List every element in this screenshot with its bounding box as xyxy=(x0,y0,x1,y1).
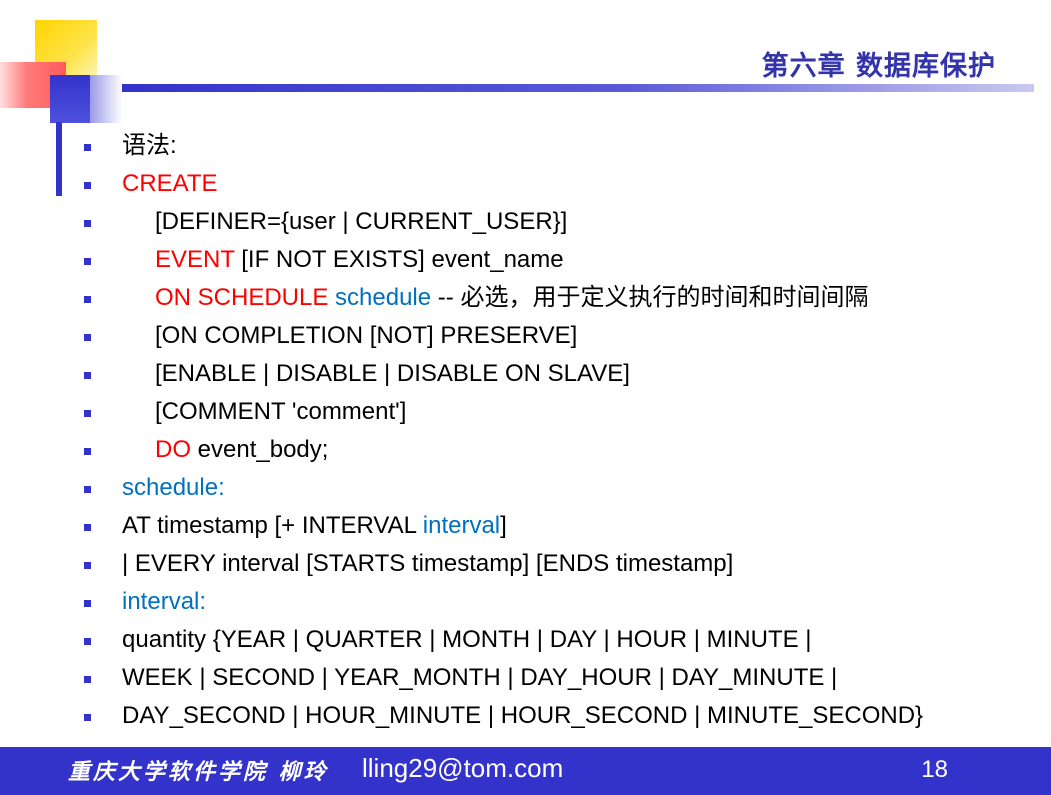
bullet-line: ON SCHEDULE schedule -- 必选，用于定义执行的时间和时间间… xyxy=(80,279,1030,317)
bullet-line: WEEK | SECOND | YEAR_MONTH | DAY_HOUR | … xyxy=(80,659,1030,697)
bullet-line: interval: xyxy=(80,583,1030,621)
bullet-text: [ON COMPLETION [NOT] PRESERVE] xyxy=(155,317,577,355)
bullet-text: schedule: xyxy=(122,469,225,507)
square-bullet-icon xyxy=(84,676,91,683)
square-bullet-icon xyxy=(84,372,91,379)
text-segment: WEEK | SECOND | YEAR_MONTH | DAY_HOUR | … xyxy=(122,664,838,691)
text-segment: ] xyxy=(500,512,507,539)
bullet-line: [ON COMPLETION [NOT] PRESERVE] xyxy=(80,317,1030,355)
decorative-vertical-bar xyxy=(56,122,62,196)
bullet-line: | EVERY interval [STARTS timestamp] [END… xyxy=(80,545,1030,583)
bullet-text: 语法: xyxy=(122,127,177,165)
text-segment: DAY_SECOND | HOUR_MINUTE | HOUR_SECOND |… xyxy=(122,702,924,729)
text-segment: [COMMENT 'comment'] xyxy=(155,398,407,425)
bullet-text: [COMMENT 'comment'] xyxy=(155,393,406,431)
bullet-line: DAY_SECOND | HOUR_MINUTE | HOUR_SECOND |… xyxy=(80,697,1030,735)
keyword-red: EVENT xyxy=(155,246,235,273)
square-bullet-icon xyxy=(84,220,91,227)
text-segment: [DEFINER={user | CURRENT_USER}] xyxy=(155,208,568,235)
square-bullet-icon xyxy=(84,524,91,531)
text-segment: quantity {YEAR | QUARTER | MONTH | DAY |… xyxy=(122,626,812,653)
square-bullet-icon xyxy=(84,714,91,721)
header-rule xyxy=(122,84,1034,92)
bullet-text: DO event_body; xyxy=(155,431,328,469)
slide-content: 语法: CREATE [DEFINER={user | CURRENT_USER}]… xyxy=(80,127,1030,735)
bullet-text: interval: xyxy=(122,583,206,621)
text-segment: event_body; xyxy=(191,436,329,463)
square-bullet-icon xyxy=(84,144,91,151)
keyword-red: ON SCHEDULE xyxy=(155,284,329,311)
square-bullet-icon xyxy=(84,334,91,341)
decorative-blue-fade xyxy=(90,75,122,123)
square-bullet-icon xyxy=(84,600,91,607)
bullet-line: EVENT [IF NOT EXISTS] event_name xyxy=(80,241,1030,279)
bullet-line: schedule: xyxy=(80,469,1030,507)
page-number: 18 xyxy=(921,756,948,783)
bullet-text: CREATE xyxy=(122,165,218,203)
text-segment: [ON COMPLETION [NOT] PRESERVE] xyxy=(155,322,578,349)
bullet-text: quantity {YEAR | QUARTER | MONTH | DAY |… xyxy=(122,621,812,659)
bullet-text: AT timestamp [+ INTERVAL interval] xyxy=(122,507,507,545)
footer-school-author: 重庆大学软件学院 柳玲 xyxy=(68,759,329,785)
bullet-line: [COMMENT 'comment'] xyxy=(80,393,1030,431)
bullet-text: [DEFINER={user | CURRENT_USER}] xyxy=(155,203,567,241)
bullet-text: DAY_SECOND | HOUR_MINUTE | HOUR_SECOND |… xyxy=(122,697,923,735)
keyword-red: DO xyxy=(155,436,191,463)
bullet-line: DO event_body; xyxy=(80,431,1030,469)
bullet-line: AT timestamp [+ INTERVAL interval] xyxy=(80,507,1030,545)
bullet-line: [DEFINER={user | CURRENT_USER}] xyxy=(80,203,1030,241)
keyword-blue: interval xyxy=(422,512,501,539)
slide: 第六章 数据库保护 语法: CREATE [DEFINER={user | CURR… xyxy=(0,0,1051,795)
keyword-red: CREATE xyxy=(122,170,218,197)
bullet-text: WEEK | SECOND | YEAR_MONTH | DAY_HOUR | … xyxy=(122,659,837,697)
square-bullet-icon xyxy=(84,448,91,455)
text-segment: [ENABLE | DISABLE | DISABLE ON SLAVE] xyxy=(155,360,630,387)
square-bullet-icon xyxy=(84,638,91,645)
bullet-text: ON SCHEDULE schedule -- 必选，用于定义执行的时间和时间间… xyxy=(155,279,868,317)
footer-email: lling29@tom.com xyxy=(362,753,564,783)
square-bullet-icon xyxy=(84,486,91,493)
bullet-line: CREATE xyxy=(80,165,1030,203)
keyword-blue: schedule: xyxy=(122,474,225,501)
text-segment: | EVERY interval [STARTS timestamp] [END… xyxy=(122,550,734,577)
text-segment: -- 必选，用于定义执行的时间和时间间隔 xyxy=(431,284,869,311)
footer-bar: 重庆大学软件学院 柳玲 lling29@tom.com 18 xyxy=(0,747,1051,795)
square-bullet-icon xyxy=(84,296,91,303)
bullet-line: [ENABLE | DISABLE | DISABLE ON SLAVE] xyxy=(80,355,1030,393)
bullet-line: 语法: xyxy=(80,127,1030,165)
square-bullet-icon xyxy=(84,258,91,265)
keyword-blue: interval: xyxy=(122,588,207,615)
keyword-blue: schedule xyxy=(328,284,432,311)
bullet-text: | EVERY interval [STARTS timestamp] [END… xyxy=(122,545,733,583)
square-bullet-icon xyxy=(84,562,91,569)
square-bullet-icon xyxy=(84,182,91,189)
bullet-line: quantity {YEAR | QUARTER | MONTH | DAY |… xyxy=(80,621,1030,659)
text-segment: 语法: xyxy=(122,132,177,159)
square-bullet-icon xyxy=(84,410,91,417)
bullet-text: [ENABLE | DISABLE | DISABLE ON SLAVE] xyxy=(155,355,630,393)
chapter-title: 第六章 数据库保护 xyxy=(761,51,996,82)
bullet-text: EVENT [IF NOT EXISTS] event_name xyxy=(155,241,564,279)
text-segment: AT timestamp [+ INTERVAL xyxy=(122,512,423,539)
decorative-blue-square xyxy=(50,75,90,123)
text-segment: [IF NOT EXISTS] event_name xyxy=(234,246,564,273)
